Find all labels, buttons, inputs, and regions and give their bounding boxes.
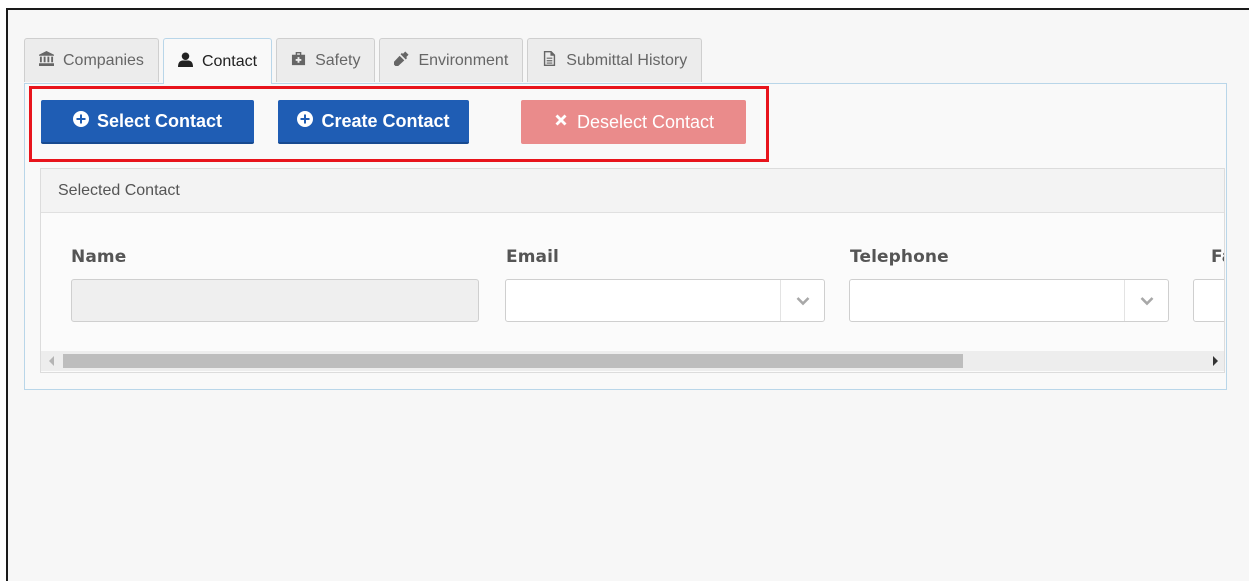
tab-label: Contact: [201, 52, 258, 70]
email-label: Email: [506, 247, 559, 267]
selected-contact-title: Selected Contact: [41, 169, 1224, 213]
name-label: Name: [71, 247, 127, 267]
tab-environment[interactable]: Environment: [379, 38, 524, 82]
tab-label: Submittal History: [566, 51, 688, 69]
tab-submittal-history[interactable]: Submittal History: [527, 38, 703, 82]
user-icon: [177, 51, 193, 72]
tab-companies[interactable]: Companies: [24, 38, 159, 82]
selected-contact-card: Selected Contact Name Email Telephone Fa…: [40, 168, 1225, 373]
tab-label: Companies: [63, 51, 144, 69]
scrollbar-thumb[interactable]: [63, 354, 963, 368]
telephone-combobox[interactable]: [849, 279, 1169, 322]
bank-icon: [39, 50, 54, 71]
tab-contact[interactable]: Contact: [162, 38, 273, 84]
create-contact-label: Create Contact: [321, 110, 450, 131]
tab-safety[interactable]: Safety: [276, 38, 376, 82]
fax-label: Fax: [1211, 247, 1224, 267]
app-frame: Companies Contact Safety Environment Sub…: [6, 8, 1249, 581]
tab-label: Safety: [315, 51, 361, 69]
plus-circle-icon: [297, 110, 314, 132]
telephone-label: Telephone: [850, 247, 949, 267]
eyedropper-icon: [394, 50, 409, 71]
briefcase-medical-icon: [291, 51, 306, 71]
document-icon: [542, 50, 557, 71]
deselect-contact-button[interactable]: Deselect Contact: [521, 100, 746, 144]
horizontal-scrollbar[interactable]: [41, 351, 1224, 371]
scroll-left-arrow-icon[interactable]: [49, 356, 54, 366]
chevron-down-icon[interactable]: [1124, 280, 1168, 321]
create-contact-button[interactable]: Create Contact: [278, 100, 469, 144]
select-contact-label: Select Contact: [96, 110, 223, 131]
chevron-down-icon[interactable]: [780, 280, 824, 321]
deselect-contact-label: Deselect Contact: [576, 111, 715, 132]
scroll-right-arrow-icon[interactable]: [1213, 356, 1218, 366]
email-combobox[interactable]: [505, 279, 825, 322]
tab-bar: Companies Contact Safety Environment Sub…: [24, 38, 706, 84]
fax-field[interactable]: [1193, 279, 1224, 322]
plus-circle-icon: [72, 110, 89, 132]
name-field: [71, 279, 479, 322]
close-icon: [553, 112, 569, 133]
tab-label: Environment: [418, 51, 509, 69]
contact-toolbar: Select Contact Create Contact Deselect C…: [41, 100, 746, 144]
select-contact-button[interactable]: Select Contact: [41, 100, 254, 144]
